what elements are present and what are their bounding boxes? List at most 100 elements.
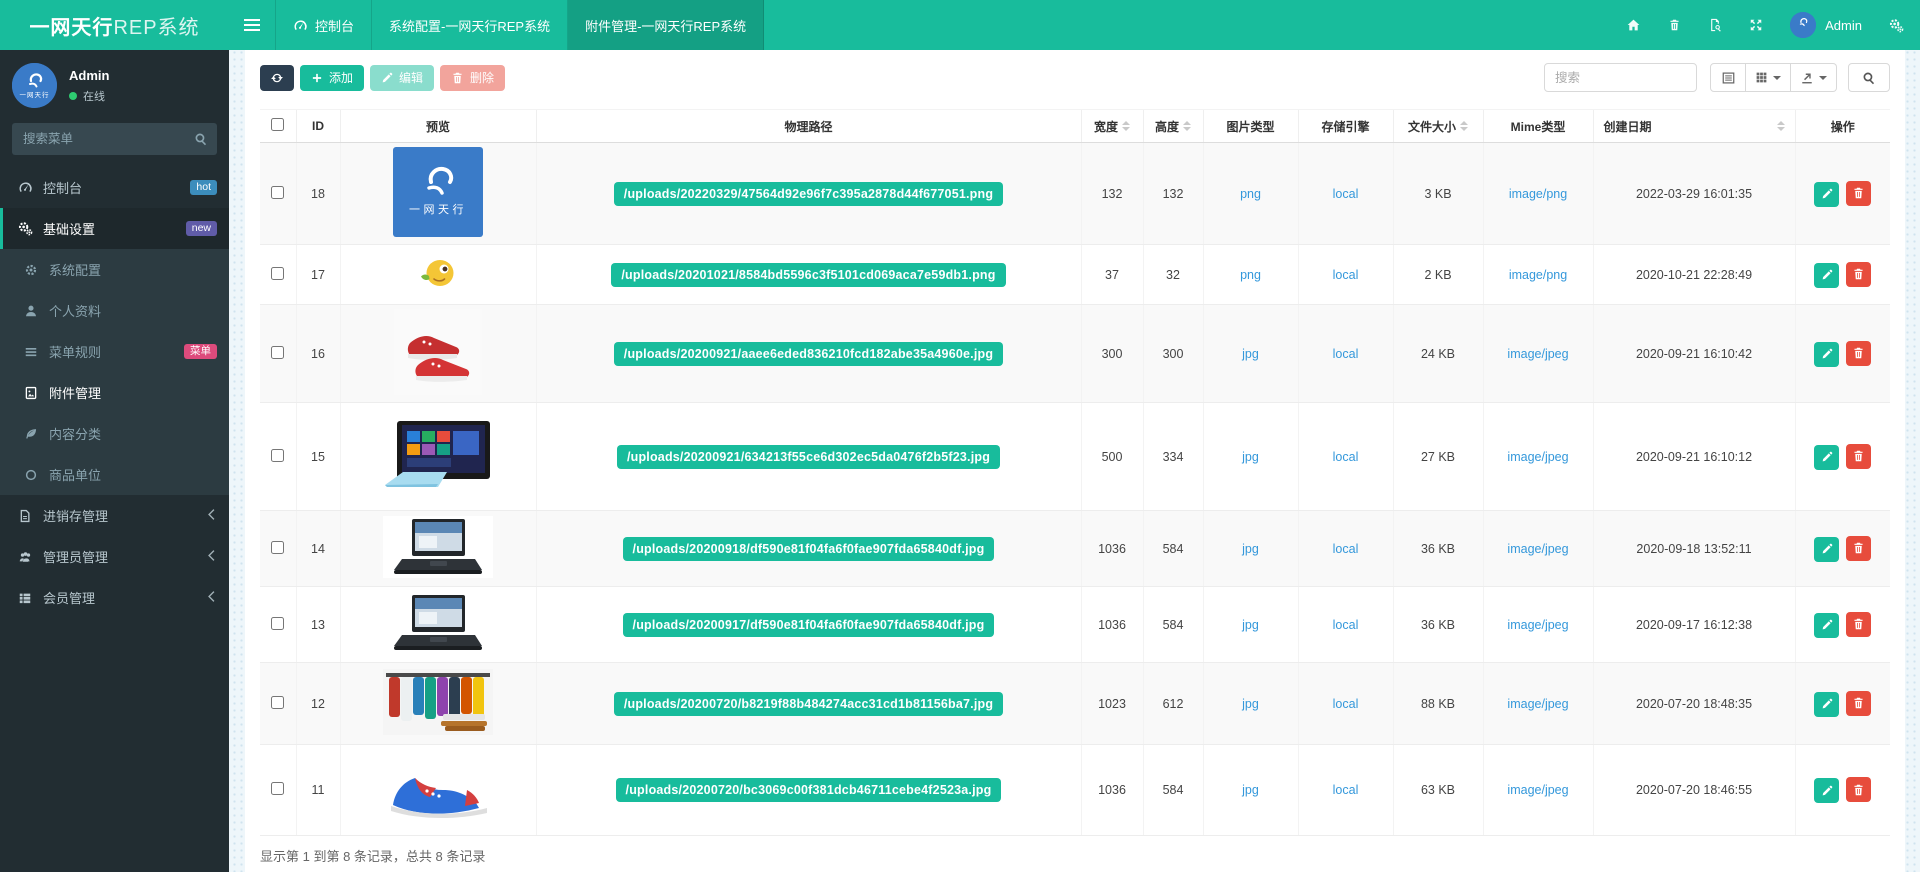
row-delete-button[interactable]: [1846, 690, 1872, 716]
mime-type-link[interactable]: image/jpeg: [1507, 783, 1568, 797]
image-type-link[interactable]: png: [1240, 268, 1261, 282]
thumbnail-image[interactable]: 一网天行: [393, 147, 483, 237]
image-type-link[interactable]: jpg: [1242, 697, 1259, 711]
row-checkbox[interactable]: [271, 345, 285, 359]
file-path-badge: /uploads/20200921/634213f55ce6d302ec5da0…: [616, 444, 1001, 469]
row-delete-button[interactable]: [1846, 443, 1872, 469]
thumbnail-image[interactable]: [383, 516, 493, 578]
row-delete-button[interactable]: [1846, 261, 1872, 287]
fullscreen-icon[interactable]: [1749, 18, 1763, 32]
thumbnail-image[interactable]: [383, 592, 493, 654]
search-button[interactable]: [1848, 63, 1890, 92]
sidebar-subitem-1-2[interactable]: 菜单规则 菜单: [0, 331, 229, 372]
sidebar-subitem-1-5[interactable]: 商品单位: [0, 454, 229, 495]
user-menu[interactable]: Admin: [1790, 12, 1862, 38]
row-edit-button[interactable]: [1814, 612, 1840, 638]
sidebar-item-0[interactable]: 控制台 hot: [0, 167, 229, 208]
storage-engine-link[interactable]: local: [1333, 450, 1359, 464]
select-all-checkbox[interactable]: [271, 118, 285, 131]
storage-engine-link[interactable]: local: [1333, 268, 1359, 282]
row-delete-button[interactable]: [1846, 340, 1872, 366]
sidebar-search-input[interactable]: [12, 123, 217, 155]
delete-button[interactable]: 删除: [440, 64, 506, 91]
mime-type-link[interactable]: image/png: [1509, 268, 1567, 282]
app-logo[interactable]: 一网天行 REP系统: [0, 0, 229, 50]
view-options-group: [1710, 63, 1837, 92]
toggle-pagination-button[interactable]: [1710, 63, 1746, 92]
storage-engine-link[interactable]: local: [1333, 783, 1359, 797]
export-dropdown-button[interactable]: [1791, 63, 1837, 92]
column-header-4[interactable]: 宽度: [1080, 109, 1143, 143]
sidebar-subitem-1-4[interactable]: 内容分类: [0, 413, 229, 454]
gears-icon[interactable]: [1889, 18, 1904, 33]
add-button[interactable]: 添加: [300, 64, 365, 91]
column-header-10[interactable]: 创建日期: [1592, 109, 1795, 143]
image-type-link[interactable]: jpg: [1242, 450, 1259, 464]
sidebar-subitem-1-3[interactable]: 附件管理: [0, 372, 229, 413]
row-checkbox[interactable]: [271, 540, 285, 554]
table-search-input[interactable]: [1544, 63, 1697, 92]
thumbnail-image[interactable]: [383, 418, 493, 492]
row-checkbox[interactable]: [271, 782, 285, 795]
row-delete-button[interactable]: [1846, 535, 1872, 561]
mime-type-link[interactable]: image/jpeg: [1507, 347, 1568, 361]
caret-down-icon: [1773, 75, 1781, 80]
sidebar-item-3[interactable]: 管理员管理: [0, 536, 229, 577]
sidebar-item-1[interactable]: 基础设置 new: [0, 208, 229, 249]
edit-button[interactable]: 编辑: [370, 64, 435, 91]
thumbnail-image[interactable]: [420, 257, 457, 289]
sidebar-item-2[interactable]: 进销存管理: [0, 495, 229, 536]
row-delete-button[interactable]: [1846, 180, 1872, 206]
mime-type-link[interactable]: image/png: [1509, 187, 1567, 201]
home-icon[interactable]: [1626, 18, 1641, 32]
pagination-summary: 显示第 1 到第 8 条记录，总共 8 条记录: [260, 849, 486, 864]
mime-type-link[interactable]: image/jpeg: [1507, 618, 1568, 632]
row-edit-button[interactable]: [1814, 181, 1840, 207]
row-checkbox[interactable]: [271, 616, 285, 630]
column-header-8[interactable]: 文件大小: [1392, 109, 1483, 143]
row-checkbox[interactable]: [271, 266, 285, 280]
topbar-tab-0[interactable]: 控制台: [275, 0, 373, 50]
storage-engine-link[interactable]: local: [1333, 618, 1359, 632]
topbar-tab-2[interactable]: 附件管理-一网天行REP系统: [568, 0, 765, 50]
cell-path: /uploads/20200921/aaee6eded836210fcd182a…: [535, 304, 1081, 403]
row-checkbox[interactable]: [271, 448, 285, 462]
row-delete-button[interactable]: [1846, 611, 1872, 637]
trash-icon[interactable]: [1668, 18, 1681, 32]
sidebar-subitem-1-1[interactable]: 个人资料: [0, 290, 229, 331]
thumbnail-image[interactable]: [383, 757, 493, 820]
thumbnail-image[interactable]: [394, 309, 482, 395]
topbar-tab-1[interactable]: 系统配置-一网天行REP系统: [372, 0, 569, 50]
mime-type-link[interactable]: image/jpeg: [1507, 450, 1568, 464]
sidebar-item-4[interactable]: 会员管理: [0, 577, 229, 618]
image-type-link[interactable]: jpg: [1242, 618, 1259, 632]
row-edit-button[interactable]: [1814, 341, 1840, 367]
row-edit-button[interactable]: [1814, 691, 1840, 717]
image-type-link[interactable]: png: [1240, 187, 1261, 201]
image-type-link[interactable]: jpg: [1242, 542, 1259, 556]
storage-engine-link[interactable]: local: [1333, 542, 1359, 556]
row-edit-button[interactable]: [1814, 778, 1840, 803]
columns-dropdown-button[interactable]: [1746, 63, 1791, 92]
sidebar-subitem-1-0[interactable]: 系统配置: [0, 249, 229, 290]
thumbnail-image[interactable]: [383, 669, 493, 735]
row-checkbox[interactable]: [271, 695, 285, 709]
row-edit-button[interactable]: [1814, 536, 1840, 562]
file-search-icon[interactable]: [1708, 18, 1722, 32]
sidebar-toggle-button[interactable]: [229, 0, 275, 50]
refresh-button[interactable]: [260, 64, 294, 91]
column-header-5[interactable]: 高度: [1142, 109, 1203, 143]
image-type-link[interactable]: jpg: [1242, 783, 1259, 797]
image-type-link[interactable]: jpg: [1242, 347, 1259, 361]
storage-engine-link[interactable]: local: [1333, 697, 1359, 711]
cell-image-type: jpg: [1202, 662, 1298, 745]
row-checkbox[interactable]: [271, 185, 285, 199]
row-delete-button[interactable]: [1846, 777, 1872, 802]
storage-engine-link[interactable]: local: [1333, 187, 1359, 201]
storage-engine-link[interactable]: local: [1333, 347, 1359, 361]
mime-type-link[interactable]: image/jpeg: [1507, 697, 1568, 711]
row-edit-button[interactable]: [1814, 262, 1840, 288]
row-edit-button[interactable]: [1814, 444, 1840, 470]
sidebar-menu: 控制台 hot 基础设置 new 系统配置 个人资料 菜单规则 菜单 附件管理 内容分类 商品单位进…: [0, 167, 229, 618]
mime-type-link[interactable]: image/jpeg: [1507, 542, 1568, 556]
